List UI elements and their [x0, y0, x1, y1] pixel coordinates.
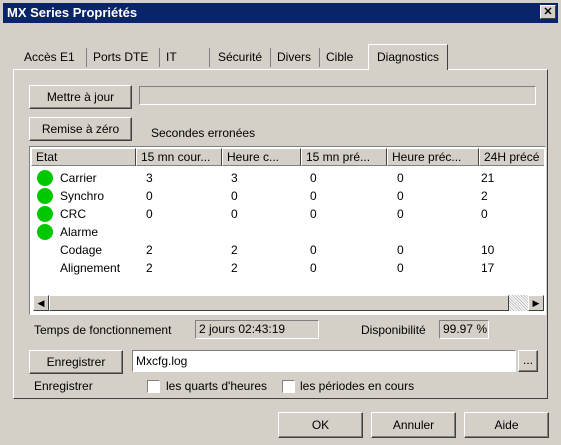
row-label: Alignement — [60, 261, 121, 275]
status-led-green — [37, 206, 53, 222]
title-bar: MX Series Propriétés ✕ — [3, 3, 558, 23]
uptime-label: Temps de fonctionnement — [34, 323, 172, 337]
table-cell: 21 — [481, 171, 495, 185]
help-button[interactable]: Aide — [464, 412, 549, 438]
row-label: Synchro — [60, 189, 105, 203]
properties-dialog: MX Series Propriétés ✕ Accès E1 Ports DT… — [0, 0, 561, 445]
availability-value: 99.97 % — [439, 320, 489, 339]
row-label: CRC — [60, 207, 86, 221]
table-cell: 0 — [310, 243, 317, 257]
column-header-hour-current[interactable]: Heure c... — [222, 148, 301, 166]
tab-acces-e1[interactable]: Accès E1 — [19, 47, 80, 69]
current-periods-checkbox[interactable] — [282, 380, 295, 393]
tab-ports-dte[interactable]: Ports DTE — [88, 47, 153, 69]
table-cell: 0 — [310, 171, 317, 185]
cancel-button[interactable]: Annuler — [371, 412, 456, 438]
save-options-label: Enregistrer — [34, 379, 93, 393]
table-cell: 0 — [481, 207, 488, 221]
reset-button[interactable]: Remise à zéro — [29, 117, 132, 141]
table-cell: 0 — [397, 261, 404, 275]
update-button[interactable]: Mettre à jour — [29, 85, 132, 109]
close-button[interactable]: ✕ — [540, 5, 556, 19]
log-file-input[interactable]: Mxcfg.log — [132, 350, 516, 372]
table-cell: 0 — [231, 207, 238, 221]
quarter-hours-label: les quarts d'heures — [166, 379, 268, 393]
table-cell: 0 — [310, 207, 317, 221]
horizontal-scrollbar[interactable]: ◀ ▶ — [33, 295, 544, 311]
save-button[interactable]: Enregistrer — [29, 350, 123, 374]
table-cell: 0 — [231, 189, 238, 203]
arrow-right-icon: ▶ — [532, 298, 540, 308]
table-cell: 0 — [310, 261, 317, 275]
table-cell: 0 — [397, 171, 404, 185]
status-led-green — [37, 224, 53, 240]
column-header-15mn-current[interactable]: 15 mn cour... — [136, 148, 222, 166]
ok-button[interactable]: OK — [278, 412, 363, 438]
table-cell: 0 — [146, 189, 153, 203]
tab-separator — [209, 48, 210, 67]
status-led-green — [37, 170, 53, 186]
progress-bar — [139, 86, 536, 105]
table-cell: 0 — [146, 207, 153, 221]
scroll-right-button[interactable]: ▶ — [528, 295, 544, 311]
column-header-etat[interactable]: Etat — [31, 148, 136, 166]
current-periods-label: les périodes en cours — [300, 379, 415, 393]
column-header-24h-previous[interactable]: 24H précé — [479, 148, 544, 166]
row-label: Carrier — [60, 171, 97, 185]
column-header-15mn-previous[interactable]: 15 mn pré... — [301, 148, 387, 166]
tab-separator — [159, 48, 160, 67]
table-cell: 0 — [397, 207, 404, 221]
tab-securite[interactable]: Sécurité — [213, 47, 267, 69]
table-cell: 2 — [146, 261, 153, 275]
table-cell: 0 — [397, 189, 404, 203]
table-cell: 2 — [481, 189, 488, 203]
uptime-value: 2 jours 02:43:19 — [195, 320, 319, 339]
window-title: MX Series Propriétés — [7, 5, 138, 20]
quarter-hours-checkbox[interactable] — [147, 380, 160, 393]
table-cell: 10 — [481, 243, 495, 257]
table-cell: 0 — [310, 189, 317, 203]
tab-separator — [270, 48, 271, 67]
table-cell: 2 — [231, 261, 238, 275]
row-label: Alarme — [60, 225, 99, 239]
browse-button[interactable]: ... — [518, 350, 538, 372]
tab-it[interactable]: IT — [161, 47, 182, 69]
tab-separator — [86, 48, 87, 67]
table-cell: 0 — [397, 243, 404, 257]
scroll-left-button[interactable]: ◀ — [33, 295, 49, 311]
table-cell: 2 — [146, 243, 153, 257]
column-header-hour-previous[interactable]: Heure préc... — [387, 148, 479, 166]
table-cell: 2 — [231, 243, 238, 257]
availability-label: Disponibilité — [361, 323, 426, 337]
close-icon: ✕ — [543, 6, 553, 18]
status-led-green — [37, 188, 53, 204]
row-label: Codage — [60, 243, 103, 257]
table-cell: 17 — [481, 261, 495, 275]
tab-diagnostics[interactable]: Diagnostics — [368, 44, 449, 70]
table-cell: 3 — [146, 171, 153, 185]
tab-separator — [319, 48, 320, 67]
scroll-thumb[interactable] — [49, 295, 509, 311]
stats-table: Etat 15 mn cour... Heure c... 15 mn pré.… — [31, 148, 544, 313]
tab-divers[interactable]: Divers — [272, 47, 316, 69]
scroll-track[interactable] — [509, 295, 528, 311]
errored-seconds-label: Secondes erronées — [151, 126, 256, 140]
arrow-left-icon: ◀ — [37, 298, 45, 308]
table-cell: 3 — [231, 171, 238, 185]
tab-cible[interactable]: Cible — [321, 47, 358, 69]
